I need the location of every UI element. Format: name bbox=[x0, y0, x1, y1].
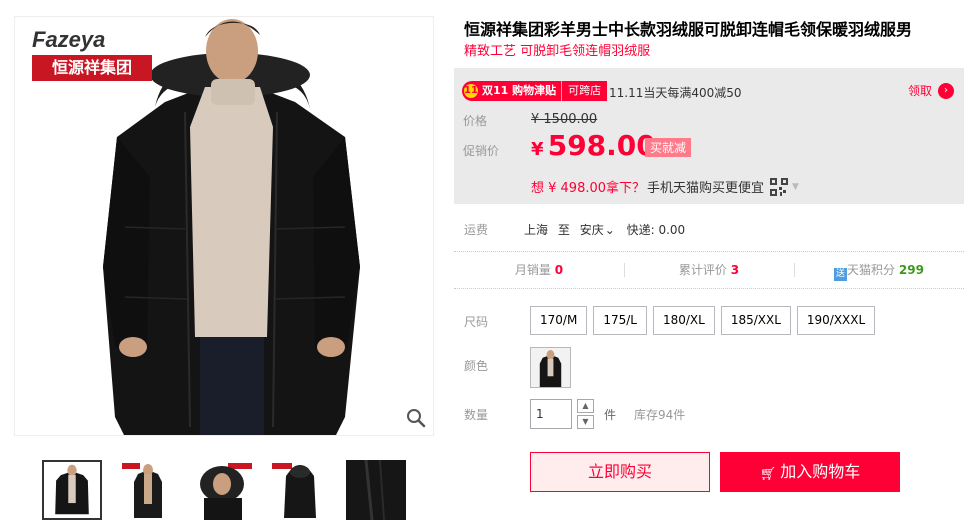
thumbnail-4[interactable] bbox=[270, 460, 330, 520]
size-option[interactable]: 185/XXL bbox=[720, 306, 791, 335]
qrcode-icon bbox=[770, 177, 789, 196]
shipping-row: 运费 上海 至 安庆⌄ 快递: 0.00 bbox=[464, 221, 964, 238]
review-count[interactable]: 累计评价 3 bbox=[624, 252, 794, 288]
add-to-cart-label: 加入购物车 bbox=[780, 462, 861, 481]
buy-now-button[interactable]: 立即购买 bbox=[530, 452, 710, 492]
size-options: 170/M 175/L 180/XL 185/XXL 190/XXXL bbox=[530, 306, 881, 335]
add-to-cart-button[interactable]: 🛒︎ 加入购物车 bbox=[720, 452, 900, 492]
promo-text: 11.11当天每满400减50 bbox=[609, 86, 742, 100]
product-subtitle: 精致工艺 可脱卸毛领连帽羽绒服 bbox=[464, 44, 651, 59]
thumbnail-1[interactable] bbox=[42, 460, 102, 520]
size-label: 尺码 bbox=[464, 315, 489, 329]
ship-from: 上海 bbox=[524, 223, 549, 237]
tmall-points-value: 299 bbox=[898, 263, 924, 277]
ship-to-word: 至 bbox=[557, 223, 570, 237]
promo-badge[interactable]: 11 双11 购物津贴 可跨店 bbox=[462, 81, 608, 101]
color-label: 颜色 bbox=[464, 359, 489, 373]
promo-badge-tag: 可跨店 bbox=[561, 81, 608, 101]
ship-express: 快递: 0.00 bbox=[626, 223, 686, 237]
brand-logo-cn: 恒源祥集团 bbox=[32, 55, 152, 81]
thumbnail-5[interactable] bbox=[346, 460, 406, 520]
monthly-sales: 月销量 0 bbox=[514, 263, 564, 277]
quantity-decrease-icon[interactable]: ▼ bbox=[577, 415, 594, 429]
shipping-label: 运费 bbox=[464, 223, 489, 237]
thumbnail-2[interactable] bbox=[118, 460, 178, 520]
main-product-image[interactable]: Fazeya 恒源祥集团 bbox=[14, 16, 434, 436]
mobile-promo-price: 想 ¥ 498.00拿下？ bbox=[531, 181, 646, 196]
tmall-points: 送天猫积分 299 bbox=[794, 252, 964, 288]
price-panel: 11 双11 购物津贴 可跨店 11.11当天每满400减50 领取 › 价格 … bbox=[454, 68, 964, 204]
coupon-button[interactable]: 领取 › bbox=[908, 82, 954, 99]
quantity-unit: 件 bbox=[604, 408, 617, 422]
stats-bar: 月销量 0 累计评价 3 送天猫积分 299 bbox=[454, 251, 964, 289]
product-page: Fazeya 恒源祥集团 恒源祥集团彩羊男士中长款羽绒服可脱卸连帽毛领保暖羽绒服… bbox=[0, 0, 968, 524]
quantity-increase-icon[interactable]: ▲ bbox=[577, 399, 594, 413]
chevron-right-icon: › bbox=[938, 82, 954, 99]
promo-badge-main: 双11 购物津贴 bbox=[482, 84, 557, 97]
mobile-promo-text: 手机天猫购买更便宜 bbox=[647, 181, 765, 196]
ship-dest-select[interactable]: 安庆⌄ bbox=[580, 223, 617, 237]
product-title: 恒源祥集团彩羊男士中长款羽绒服可脱卸连帽毛领保暖羽绒服男 bbox=[464, 20, 913, 39]
mobile-promo[interactable]: 想 ¥ 498.00拿下？ 手机天猫购买更便宜 ▼ bbox=[531, 177, 799, 196]
buy-less-tag: 买就减 bbox=[645, 138, 692, 157]
ship-dest: 安庆 bbox=[579, 223, 604, 237]
double11-icon: 11 bbox=[464, 84, 478, 98]
thumbnail-3[interactable] bbox=[196, 460, 256, 520]
size-option[interactable]: 180/XL bbox=[652, 306, 715, 335]
cart-icon: 🛒︎ bbox=[759, 467, 777, 482]
thumbnail-strip bbox=[42, 460, 422, 520]
zoom-icon[interactable] bbox=[405, 407, 427, 429]
brand-logo: Fazeya 恒源祥集团 bbox=[32, 27, 154, 81]
quantity-label: 数量 bbox=[464, 408, 489, 422]
promo-price: ¥ 598.00 bbox=[531, 129, 656, 162]
color-option-black[interactable] bbox=[530, 347, 571, 388]
quantity-input[interactable]: 1 bbox=[530, 399, 572, 429]
monthly-sales-value: 0 bbox=[554, 263, 564, 277]
promo-price-value: 598.00 bbox=[547, 129, 656, 162]
caret-down-icon: ▼ bbox=[792, 181, 799, 192]
stock-count: 库存94件 bbox=[634, 408, 686, 422]
brand-logo-en: Fazeya bbox=[32, 27, 106, 52]
coupon-label: 领取 bbox=[907, 84, 932, 98]
size-option[interactable]: 190/XXXL bbox=[796, 306, 876, 335]
chevron-down-icon: ⌄ bbox=[604, 223, 615, 237]
currency-symbol: ¥ bbox=[531, 139, 544, 160]
size-option[interactable]: 175/L bbox=[593, 306, 647, 335]
review-count-value: 3 bbox=[730, 263, 740, 277]
orig-price-label: 价格 bbox=[463, 114, 488, 128]
orig-price: ¥ 1500.00 bbox=[531, 112, 598, 127]
points-icon: 送 bbox=[834, 268, 848, 281]
promo-price-label: 促销价 bbox=[463, 144, 500, 158]
size-option[interactable]: 170/M bbox=[530, 306, 588, 335]
